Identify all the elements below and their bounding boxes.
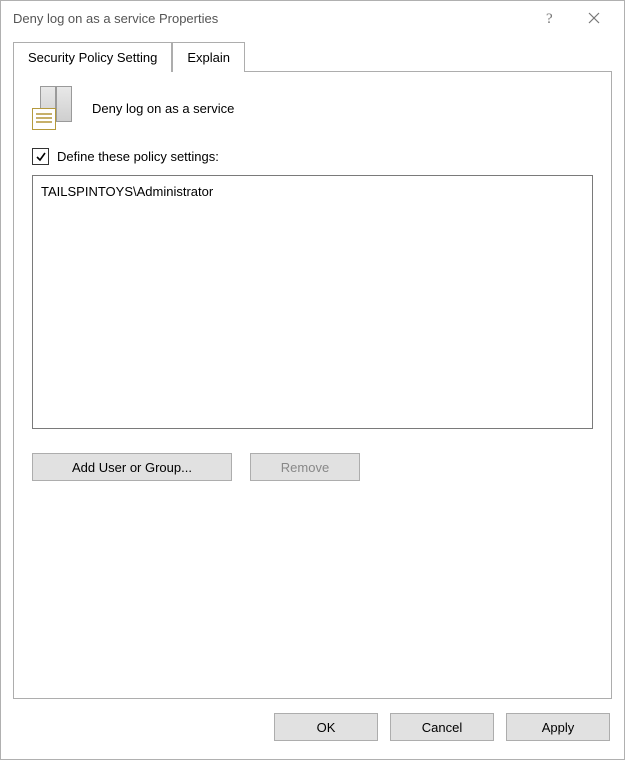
check-icon (35, 151, 47, 163)
define-policy-label: Define these policy settings: (57, 149, 219, 164)
policy-header: Deny log on as a service (32, 86, 593, 130)
close-button[interactable] (572, 3, 616, 33)
close-icon (588, 12, 600, 24)
list-item[interactable]: TAILSPINTOYS\Administrator (41, 182, 584, 202)
dialog-footer: OK Cancel Apply (1, 699, 624, 759)
title-bar: Deny log on as a service Properties ? (1, 1, 624, 35)
list-buttons: Add User or Group... Remove (32, 453, 593, 481)
policy-title: Deny log on as a service (92, 101, 234, 116)
help-icon: ? (544, 10, 556, 26)
ok-button[interactable]: OK (274, 713, 378, 741)
help-button[interactable]: ? (528, 3, 572, 33)
tab-strip: Security Policy Setting Explain (13, 41, 612, 71)
tab-panel: Deny log on as a service Define these po… (13, 71, 612, 699)
dialog-window: Deny log on as a service Properties ? Se… (0, 0, 625, 760)
policy-icon (32, 86, 74, 130)
tab-security-policy-setting[interactable]: Security Policy Setting (13, 42, 172, 72)
tab-explain[interactable]: Explain (172, 42, 245, 72)
cancel-button[interactable]: Cancel (390, 713, 494, 741)
add-user-or-group-button[interactable]: Add User or Group... (32, 453, 232, 481)
dialog-body: Security Policy Setting Explain Deny log… (1, 35, 624, 699)
title-text: Deny log on as a service Properties (13, 11, 528, 26)
principals-list[interactable]: TAILSPINTOYS\Administrator (32, 175, 593, 429)
define-policy-checkbox[interactable] (32, 148, 49, 165)
svg-text:?: ? (546, 11, 553, 26)
remove-button[interactable]: Remove (250, 453, 360, 481)
apply-button[interactable]: Apply (506, 713, 610, 741)
define-policy-checkbox-row[interactable]: Define these policy settings: (32, 148, 593, 165)
